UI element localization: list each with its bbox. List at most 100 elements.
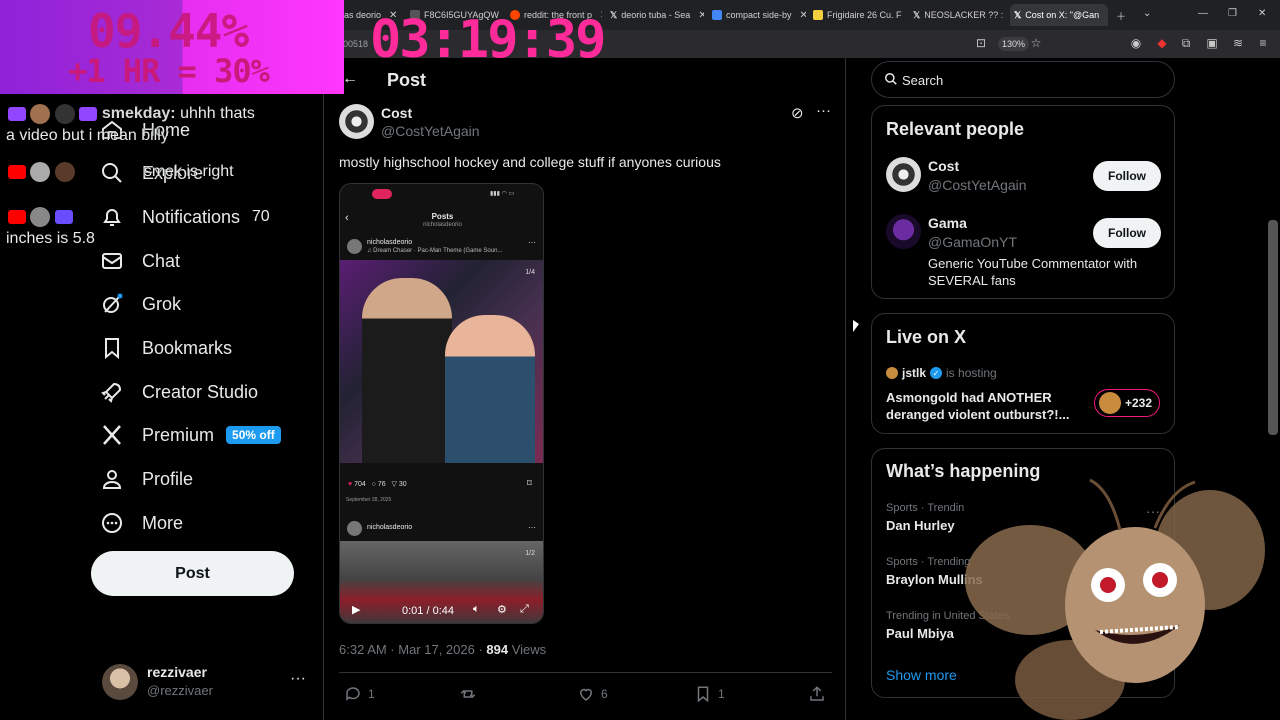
person-name[interactable]: Gama: [928, 215, 967, 231]
reply-button[interactable]: 1: [344, 685, 375, 703]
menu-icon[interactable]: ≡: [1255, 36, 1271, 52]
volume-icon[interactable]: 🔈︎: [473, 603, 480, 616]
trend-name[interactable]: Paul Mbiya: [886, 626, 954, 641]
bookmark-count: 1: [718, 687, 725, 701]
more-options-icon[interactable]: ···: [290, 670, 306, 688]
photo-counter: 1/4: [525, 269, 535, 276]
photo-counter: 1/2: [525, 550, 535, 557]
account-switcher[interactable]: rezzivaer @rezzivaer ···: [102, 660, 312, 704]
back-arrow-icon[interactable]: ←: [342, 70, 358, 88]
person-name[interactable]: Cost: [928, 158, 959, 174]
repost-button[interactable]: [459, 685, 483, 703]
author-avatar[interactable]: [339, 104, 374, 139]
trend-name[interactable]: Dan Hurley: [886, 518, 955, 533]
tab-label: compact side-by: [726, 10, 792, 20]
tab-label: NEOSLACKER ?? :: [924, 10, 1004, 20]
zoom-indicator[interactable]: 130%: [998, 37, 1030, 51]
person-handle[interactable]: @CostYetAgain: [928, 177, 1027, 193]
comment-icon: ○: [371, 481, 376, 488]
star-icon[interactable]: ☆: [1028, 36, 1044, 52]
views-count: 894: [486, 642, 509, 657]
nav-creator-studio[interactable]: Creator Studio: [100, 380, 258, 404]
nav-more[interactable]: More: [100, 511, 183, 535]
restore-icon[interactable]: ❐: [1228, 8, 1237, 19]
person-handle[interactable]: @GamaOnYT: [928, 234, 1017, 250]
post-text: mostly highschool hockey and college stu…: [339, 154, 721, 170]
avatar[interactable]: [886, 214, 921, 249]
compose-post-button[interactable]: Post: [91, 551, 294, 596]
share-icon: [810, 686, 824, 701]
author-handle[interactable]: @CostYetAgain: [381, 123, 480, 139]
account-icon[interactable]: ◉: [1128, 36, 1144, 52]
browser-tab[interactable]: Frigidaire 26 Cu. F✕: [813, 6, 907, 24]
nav-profile[interactable]: Profile: [100, 467, 193, 491]
new-tab-icon[interactable]: ＋: [1116, 8, 1126, 23]
divider: [339, 672, 832, 673]
embedded-avatar: [347, 239, 362, 254]
close-tab-icon[interactable]: ✕: [800, 10, 806, 21]
author-name[interactable]: Cost: [381, 105, 412, 121]
nav-premium[interactable]: Premium 50% off: [100, 423, 281, 447]
nav-label: Grok: [142, 293, 182, 314]
follow-button[interactable]: Follow: [1093, 218, 1161, 248]
tab-list-icon[interactable]: ⌄: [1143, 8, 1151, 19]
bookmark-button[interactable]: 1: [694, 685, 725, 703]
card-title: Relevant people: [886, 119, 1025, 139]
bookmarks-bar-icon[interactable]: ≋: [1230, 36, 1246, 52]
youtube-icon: [8, 210, 26, 224]
tab-label: Frigidaire 26 Cu. F: [827, 10, 902, 20]
heart-icon: [579, 688, 593, 701]
listener-count: +232: [1125, 396, 1153, 410]
post-time[interactable]: 6:32 AM · Mar 17, 2026 ·: [339, 642, 486, 657]
extension-icon[interactable]: ◆: [1154, 36, 1170, 52]
like-button[interactable]: 6: [577, 685, 608, 703]
more-options-icon[interactable]: ···: [816, 102, 831, 119]
minimize-icon[interactable]: —: [1198, 8, 1208, 19]
video-controls: ▶ 0:01 / 0:44 🔈︎ ⚙ ⤢: [340, 594, 543, 623]
page-scrollbar[interactable]: [1268, 220, 1278, 435]
x-logo-icon: 𝕏: [610, 9, 618, 20]
close-tab-icon[interactable]: ✕: [1107, 10, 1108, 21]
live-listeners-pill[interactable]: +232: [1094, 389, 1160, 417]
fullscreen-icon[interactable]: ⤢: [520, 603, 529, 616]
nav-label: Creator Studio: [142, 381, 259, 402]
live-host[interactable]: jstlk ✓ is hosting: [886, 366, 997, 380]
browser-tab[interactable]: 𝕏deorio tuba - Sea ✕: [610, 6, 704, 24]
install-icon[interactable]: ⊡: [973, 36, 989, 52]
browser-tab[interactable]: 𝕏NEOSLACKER ?? :✕: [913, 6, 1005, 24]
url-field[interactable]: 00518: [343, 39, 368, 49]
person-bio: Generic YouTube Commentator with SEVERAL…: [928, 256, 1138, 288]
show-more-link[interactable]: Show more: [886, 667, 957, 683]
nav-bookmarks[interactable]: Bookmarks: [100, 336, 232, 360]
search-box[interactable]: [871, 61, 1175, 98]
chat-message-wrap: a video but i mean billy: [6, 127, 169, 144]
close-tab-icon[interactable]: ✕: [698, 10, 704, 21]
play-icon[interactable]: ▶: [352, 603, 360, 616]
tab-favicon-icon: [813, 10, 823, 20]
sidebar-icon[interactable]: ▣: [1204, 36, 1220, 52]
tab-favicon-icon: [712, 10, 722, 20]
embedded-comments: 76: [377, 481, 386, 488]
follow-button[interactable]: Follow: [1093, 161, 1161, 191]
post-detail-column: ← Post Cost @CostYetAgain ⊘ ··· mostly h…: [323, 58, 846, 720]
tab-label: deorio tuba - Sea: [621, 10, 691, 20]
embedded-date: September 28, 2025: [346, 497, 392, 503]
grok-explain-icon[interactable]: ⊘: [791, 104, 804, 122]
signal-icon: ▮▮▮ ◠ ▭: [490, 191, 515, 197]
chat-text: 70: [251, 208, 270, 226]
card-title: Live on X: [886, 327, 967, 347]
search-input[interactable]: [902, 71, 1152, 89]
close-window-icon[interactable]: ✕: [1258, 8, 1266, 19]
extensions-puzzle-icon[interactable]: ⧉: [1178, 36, 1194, 52]
avatar[interactable]: [886, 157, 921, 192]
share-button[interactable]: [808, 685, 826, 703]
live-stream-title[interactable]: Asmongold had ANOTHER deranged violent o…: [886, 389, 1086, 423]
phone-status-bar: ▮▮▮ ◠ ▭: [340, 184, 543, 206]
nav-grok[interactable]: Grok: [100, 292, 181, 316]
video-player[interactable]: ▮▮▮ ◠ ▭ ‹ Posts nicholasdeorio nicholasd…: [339, 183, 544, 624]
browser-tab-active[interactable]: 𝕏Cost on X: "@Gan ✕: [1010, 4, 1108, 26]
settings-gear-icon[interactable]: ⚙: [497, 603, 507, 616]
browser-tab[interactable]: compact side-by ✕: [712, 6, 806, 24]
embedded-bookmark-icon: ⌑: [527, 478, 532, 488]
mouse-cursor-icon: [853, 320, 859, 332]
